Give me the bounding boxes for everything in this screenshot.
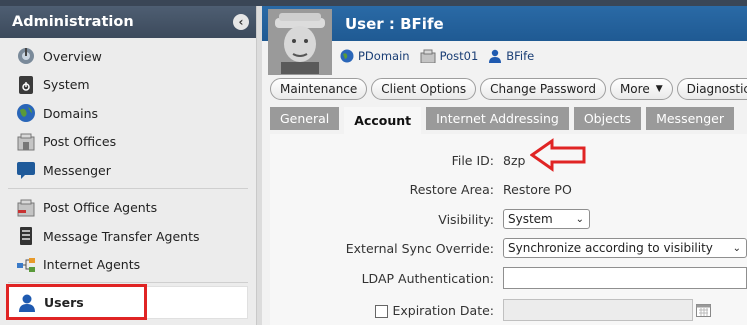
sidebar-item-label: Message Transfer Agents: [43, 228, 200, 244]
restore-area-value: Restore PO: [503, 181, 572, 197]
action-bar: Maintenance Client Options Change Passwo…: [270, 78, 747, 100]
sidebar-item-overview[interactable]: Overview: [0, 42, 256, 71]
user-icon: [488, 49, 502, 63]
expiration-label-text: Expiration Date:: [392, 302, 494, 318]
sidebar-item-label: Post Offices: [43, 134, 117, 150]
sidebar-header: Administration ‹: [0, 6, 256, 38]
button-label: More: [619, 82, 650, 96]
breadcrumb: PDomain Post01 BFife: [340, 45, 544, 67]
sidebar-item-label: Overview: [43, 48, 102, 64]
sidebar-item-system[interactable]: System: [0, 71, 256, 100]
sidebar-item-label: Internet Agents: [43, 257, 141, 273]
tab-messenger[interactable]: Messenger: [646, 107, 734, 130]
restore-area-row: Restore Area: Restore PO: [270, 177, 747, 201]
chevron-down-icon: ▼: [655, 84, 663, 94]
client-options-button[interactable]: Client Options: [371, 78, 477, 100]
tab-label: Internet Addressing: [436, 111, 559, 126]
sidebar-item-post-offices[interactable]: Post Offices: [0, 128, 256, 157]
visibility-row: Visibility: System ⌄: [270, 207, 747, 231]
tab-general[interactable]: General: [270, 107, 340, 130]
sidebar-item-messenger[interactable]: Messenger: [0, 156, 256, 185]
post-office-icon: [15, 131, 37, 153]
tab-label: Objects: [583, 111, 632, 126]
chevron-down-icon: ⌄: [732, 242, 741, 254]
tab-label: Messenger: [656, 111, 724, 126]
breadcrumb-label: Post01: [439, 49, 479, 63]
breadcrumb-domain[interactable]: PDomain: [340, 49, 410, 63]
diagnostics-button[interactable]: Diagnostics▼: [676, 78, 747, 100]
sidebar-group-1: Overview System Domains Post Offices Mes…: [0, 38, 256, 185]
sidebar-item-label: Domains: [43, 105, 99, 121]
sync-override-label: External Sync Override:: [345, 240, 494, 256]
button-label: Diagnostics: [686, 82, 747, 96]
sidebar-divider: [8, 187, 248, 189]
tab-internet-addressing[interactable]: Internet Addressing: [426, 107, 569, 130]
button-label: Maintenance: [280, 82, 358, 96]
internet-agent-icon: [15, 254, 37, 276]
expiration-checkbox[interactable]: [375, 304, 389, 318]
sidebar-divider: [8, 282, 248, 283]
collapse-icon[interactable]: ‹: [233, 14, 249, 30]
maintenance-button[interactable]: Maintenance: [270, 78, 368, 100]
calendar-icon[interactable]: [696, 303, 711, 317]
post-office-icon: [420, 49, 436, 63]
file-id-label: File ID:: [451, 152, 494, 168]
system-icon: [15, 74, 37, 96]
expiration-date-input[interactable]: [503, 299, 693, 321]
sidebar-item-label: Post Office Agents: [43, 200, 158, 216]
mta-icon: [15, 225, 37, 247]
ldap-label: LDAP Authentication:: [361, 270, 494, 286]
tab-label: Account: [354, 113, 412, 128]
expiration-label: Expiration Date:: [375, 303, 494, 318]
sidebar-item-post-office-agents[interactable]: Post Office Agents: [0, 194, 256, 223]
more-button[interactable]: More ▼: [609, 78, 673, 100]
ldap-row: LDAP Authentication:: [270, 266, 747, 290]
file-id-row: File ID: 8zp: [270, 148, 747, 172]
select-value: System: [508, 212, 553, 226]
tab-bar: General Account Internet Addressing Obje…: [270, 107, 734, 134]
button-label: Change Password: [490, 82, 596, 96]
red-arrow-annotation: [530, 138, 586, 172]
account-form: File ID: 8zp Restore Area: Restore PO Vi…: [270, 134, 747, 325]
breadcrumb-user[interactable]: BFife: [488, 49, 534, 63]
expiration-row: Expiration Date:: [270, 298, 747, 322]
ldap-input[interactable]: [503, 267, 747, 289]
sidebar-item-domains[interactable]: Domains: [0, 99, 256, 128]
visibility-label: Visibility:: [438, 211, 494, 227]
globe-icon: [340, 49, 354, 63]
globe-icon: [15, 102, 37, 124]
chevron-down-icon: ⌄: [575, 213, 584, 225]
tab-label: General: [280, 111, 330, 126]
restore-area-label: Restore Area:: [409, 181, 494, 197]
main-panel: User : BFife PDomain Post01 BFife Mainte…: [262, 6, 747, 325]
tab-objects[interactable]: Objects: [573, 107, 642, 130]
breadcrumb-post-office[interactable]: Post01: [420, 49, 479, 63]
tab-account[interactable]: Account: [344, 107, 422, 134]
sidebar-item-label: Messenger: [43, 162, 111, 178]
sidebar-item-message-transfer-agents[interactable]: Message Transfer Agents: [0, 222, 256, 251]
change-password-button[interactable]: Change Password: [480, 78, 606, 100]
sync-override-row: External Sync Override: Synchronize acco…: [270, 236, 747, 260]
page-header: User : BFife: [262, 6, 747, 41]
avatar: [268, 9, 332, 75]
messenger-icon: [15, 159, 37, 181]
breadcrumb-label: BFife: [506, 49, 535, 63]
admin-sidebar: Administration ‹ Overview System Domains: [0, 6, 257, 325]
page-title: User : BFife: [345, 14, 444, 33]
sidebar-item-label: System: [43, 77, 90, 93]
visibility-select[interactable]: System ⌄: [503, 209, 590, 229]
post-office-agent-icon: [15, 197, 37, 219]
users-highlight-box: [6, 284, 147, 320]
sidebar-group-2: Post Office Agents Message Transfer Agen…: [0, 192, 256, 280]
breadcrumb-label: PDomain: [358, 49, 410, 63]
button-label: Client Options: [381, 82, 467, 96]
select-value: Synchronize according to visibility: [508, 241, 713, 255]
sidebar-title: Administration: [12, 14, 134, 30]
sidebar-item-internet-agents[interactable]: Internet Agents: [0, 251, 256, 280]
overview-icon: [15, 45, 37, 67]
sync-override-select[interactable]: Synchronize according to visibility ⌄: [503, 238, 747, 258]
file-id-value: 8zp: [503, 152, 526, 168]
